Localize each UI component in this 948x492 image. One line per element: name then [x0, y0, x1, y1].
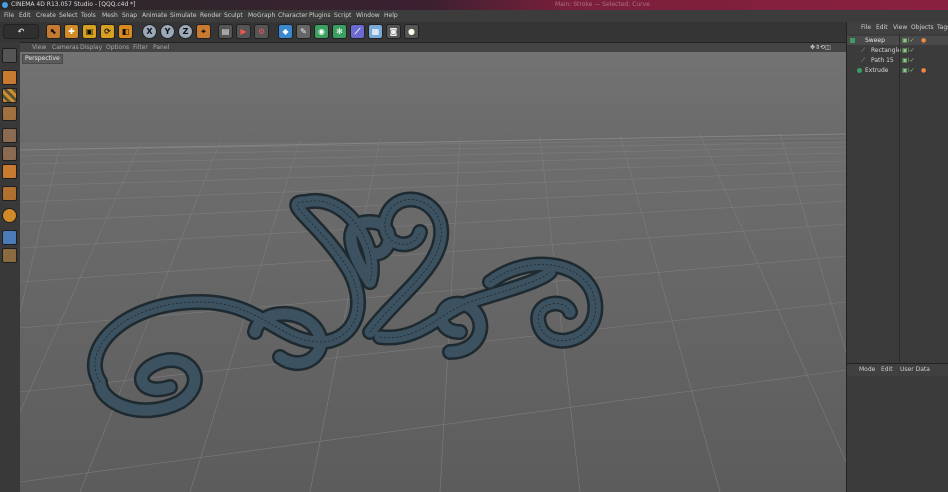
workplane-mode-icon[interactable]	[2, 106, 17, 121]
render-settings-icon[interactable]: ⚙	[254, 24, 269, 39]
menu-snap[interactable]: Snap	[122, 10, 137, 22]
make-editable-icon[interactable]	[2, 48, 17, 63]
rotate-tool-icon[interactable]: ⟳	[100, 24, 115, 39]
viewport-scene	[20, 52, 846, 492]
left-tool-palette	[0, 42, 21, 492]
render-view-icon[interactable]: ▤	[218, 24, 233, 39]
window-status-title: Main: Stroke — Selected: Curve	[555, 1, 650, 8]
edges-mode-icon[interactable]	[2, 146, 17, 161]
om-menu-edit[interactable]: Edit	[876, 22, 888, 34]
model-mode-icon[interactable]	[2, 70, 17, 85]
scale-tool-icon[interactable]: ▣	[82, 24, 97, 39]
cube-object-icon[interactable]: ◆	[278, 24, 293, 39]
light-object-icon[interactable]: ●	[404, 24, 419, 39]
object-manager-menu: File Edit View Objects Tags	[847, 22, 948, 34]
camera-object-icon[interactable]: ◙	[386, 24, 401, 39]
workplane-lock-icon[interactable]	[2, 248, 17, 263]
move-tool-icon[interactable]: ✚	[64, 24, 79, 39]
menu-sculpt[interactable]: Sculpt	[224, 10, 243, 22]
om-menu-view[interactable]: View	[893, 22, 907, 34]
am-menu-mode[interactable]: Mode	[859, 364, 875, 376]
floor-object-icon[interactable]: ▦	[368, 24, 383, 39]
window-title: CINEMA 4D R13.057 Studio - [QQQ.c4d *]	[11, 1, 136, 8]
om-menu-tags[interactable]: Tags	[937, 22, 948, 34]
subdivision-surface-icon[interactable]: ◉	[314, 24, 329, 39]
am-menu-edit[interactable]: Edit	[881, 364, 893, 376]
object-name: Sweep	[865, 37, 885, 44]
coordinate-system-icon[interactable]: ⌖	[196, 24, 211, 39]
menu-file[interactable]: File	[4, 10, 14, 22]
object-name: Path 15	[871, 57, 894, 64]
visibility-check-icon[interactable]: ▣⁞✓	[902, 36, 915, 45]
menu-tools[interactable]: Tools	[81, 10, 96, 22]
tag-icon[interactable]: ●	[921, 36, 926, 45]
attribute-manager-menu: Mode Edit User Data	[847, 363, 948, 376]
tweak-mode-icon[interactable]	[2, 208, 17, 223]
viewport-menu-display[interactable]: Display	[80, 43, 102, 52]
om-menu-file[interactable]: File	[861, 22, 871, 34]
array-generator-icon[interactable]: ✻	[332, 24, 347, 39]
render-picture-viewer-icon[interactable]: ▶	[236, 24, 251, 39]
right-panel: File Edit View Objects Tags Sweep ▣⁞✓ ● …	[846, 22, 948, 492]
texture-mode-icon[interactable]	[2, 88, 17, 103]
object-row-path15[interactable]: ⟋ Path 15 ▣⁞✓	[847, 56, 948, 65]
om-column-divider	[899, 34, 900, 363]
title-bar: CINEMA 4D R13.057 Studio - [QQQ.c4d *] M…	[0, 0, 948, 10]
viewport-menu-bar: View Cameras Display Options Filter Pane…	[20, 43, 846, 52]
menu-edit[interactable]: Edit	[19, 10, 31, 22]
extrude-icon	[857, 68, 862, 73]
cinema4d-logo-icon	[2, 2, 8, 8]
om-menu-objects[interactable]: Objects	[911, 22, 934, 34]
menu-select[interactable]: Select	[59, 10, 78, 22]
menu-mograph[interactable]: MoGraph	[248, 10, 275, 22]
object-name: Extrude	[865, 67, 889, 74]
menu-script[interactable]: Script	[334, 10, 351, 22]
spline-icon: ⟋	[861, 47, 866, 54]
viewport-menu-view[interactable]: View	[32, 43, 46, 52]
z-axis-lock-button[interactable]: Z	[178, 24, 193, 39]
menu-mesh[interactable]: Mesh	[102, 10, 118, 22]
viewport-menu-panel[interactable]: Panel	[153, 43, 169, 52]
menu-animate[interactable]: Animate	[142, 10, 167, 22]
menu-render[interactable]: Render	[200, 10, 221, 22]
camera-label[interactable]: Perspective	[22, 54, 63, 64]
menu-simulate[interactable]: Simulate	[170, 10, 197, 22]
menu-create[interactable]: Create	[36, 10, 56, 22]
visibility-check-icon[interactable]: ▣⁞✓	[902, 66, 915, 75]
spline-pen-icon[interactable]: ✎	[296, 24, 311, 39]
tag-icon[interactable]: ●	[921, 66, 926, 75]
polygons-mode-icon[interactable]	[2, 164, 17, 179]
menu-window[interactable]: Window	[356, 10, 380, 22]
viewport-menu-cameras[interactable]: Cameras	[52, 43, 79, 52]
y-axis-lock-button[interactable]: Y	[160, 24, 175, 39]
points-mode-icon[interactable]	[2, 128, 17, 143]
am-menu-user-data[interactable]: User Data	[900, 364, 930, 376]
sweep-icon	[850, 38, 855, 43]
deformer-bend-icon[interactable]: ⟋	[350, 24, 365, 39]
object-name: Rectangle	[871, 47, 901, 54]
menu-character[interactable]: Character	[278, 10, 308, 22]
viewport-menu-filter[interactable]: Filter	[133, 43, 148, 52]
axis-mode-icon[interactable]	[2, 186, 17, 201]
object-row-sweep[interactable]: Sweep ▣⁞✓ ●	[847, 36, 948, 45]
main-menu-bar: File Edit Create Select Tools Mesh Snap …	[0, 10, 948, 22]
visibility-check-icon[interactable]: ▣⁞✓	[902, 56, 915, 65]
visibility-check-icon[interactable]: ▣⁞✓	[902, 46, 915, 55]
viewport-navigation-icon[interactable]: ✥⇕⟲◫	[810, 43, 831, 52]
recent-tools-icon[interactable]: ◧	[118, 24, 133, 39]
x-axis-lock-button[interactable]: X	[142, 24, 157, 39]
object-row-rectangle[interactable]: ⟋ Rectangle ▣⁞✓	[847, 46, 948, 55]
snapping-icon[interactable]	[2, 230, 17, 245]
perspective-viewport[interactable]: Perspective	[20, 52, 846, 492]
undo-redo-button[interactable]: ↶	[3, 24, 39, 39]
viewport-menu-options[interactable]: Options	[106, 43, 129, 52]
live-selection-icon[interactable]: ⬉	[46, 24, 61, 39]
object-row-extrude[interactable]: Extrude ▣⁞✓ ●	[847, 66, 948, 75]
main-toolbar: ↶ ⬉ ✚ ▣ ⟳ ◧ X Y Z ⌖ ▤ ▶ ⚙ ◆ ✎ ◉ ✻ ⟋ ▦ ◙ …	[0, 22, 846, 43]
menu-plugins[interactable]: Plugins	[309, 10, 331, 22]
menu-help[interactable]: Help	[384, 10, 398, 22]
spline-icon: ⟋	[861, 57, 866, 64]
